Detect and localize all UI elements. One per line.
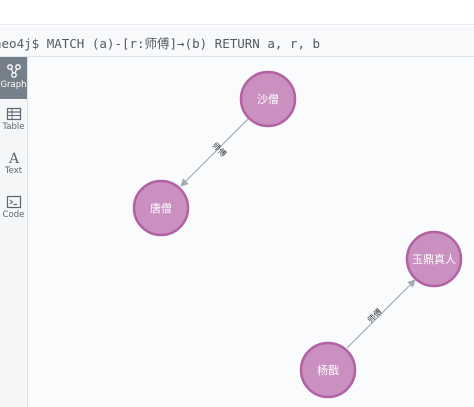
sidebar-item-label: Code — [2, 210, 25, 220]
graph-node[interactable]: 唐僧 — [132, 179, 190, 237]
text-icon: A — [7, 151, 19, 165]
query-bar[interactable]: neo4j$ MATCH (a)-[r:师傅]→(b) RETURN a, r,… — [0, 26, 474, 57]
graph-node[interactable]: 沙僧 — [239, 70, 297, 128]
node-label: 玉鼎真人 — [412, 252, 456, 266]
query-command[interactable]: MATCH (a)-[r:师傅]→(b) RETURN a, r, b — [47, 36, 320, 51]
query-text[interactable]: neo4j$ MATCH (a)-[r:师傅]→(b) RETURN a, r,… — [0, 33, 320, 52]
svg-text:A: A — [7, 151, 19, 165]
sidebar-item-label: Text — [4, 166, 23, 176]
graph-svg[interactable]: 师傅 师傅 沙僧 唐僧 玉鼎真人 杨戬 — [28, 57, 474, 407]
graph-node[interactable]: 杨戬 — [299, 341, 357, 399]
sidebar-item-graph[interactable]: Graph — [0, 57, 27, 99]
table-icon — [6, 107, 21, 121]
node-label: 唐僧 — [150, 201, 172, 215]
graph-icon — [6, 64, 21, 78]
graph-node[interactable]: 玉鼎真人 — [405, 230, 463, 288]
relationship-label: 师傅 — [210, 140, 228, 158]
code-icon — [6, 195, 21, 209]
sidebar-item-text[interactable]: A Text — [0, 145, 27, 187]
relationship-edge[interactable]: 师傅 — [346, 279, 416, 349]
view-sidebar: Graph Table A Text Code — [0, 57, 28, 407]
node-label: 沙僧 — [257, 93, 279, 106]
sidebar-item-code[interactable]: Code — [0, 189, 27, 231]
node-label: 杨戬 — [317, 363, 339, 377]
graph-canvas[interactable]: 师傅 师傅 沙僧 唐僧 玉鼎真人 杨戬 — [28, 57, 474, 407]
relationship-edge[interactable]: 师傅 — [180, 118, 249, 187]
sidebar-item-label: Table — [2, 122, 25, 132]
sidebar-item-label: Graph — [0, 80, 27, 90]
relationship-label: 师傅 — [365, 306, 383, 324]
top-strip — [0, 0, 474, 25]
query-prompt: neo4j$ — [0, 36, 40, 51]
sidebar-item-table[interactable]: Table — [0, 101, 27, 143]
